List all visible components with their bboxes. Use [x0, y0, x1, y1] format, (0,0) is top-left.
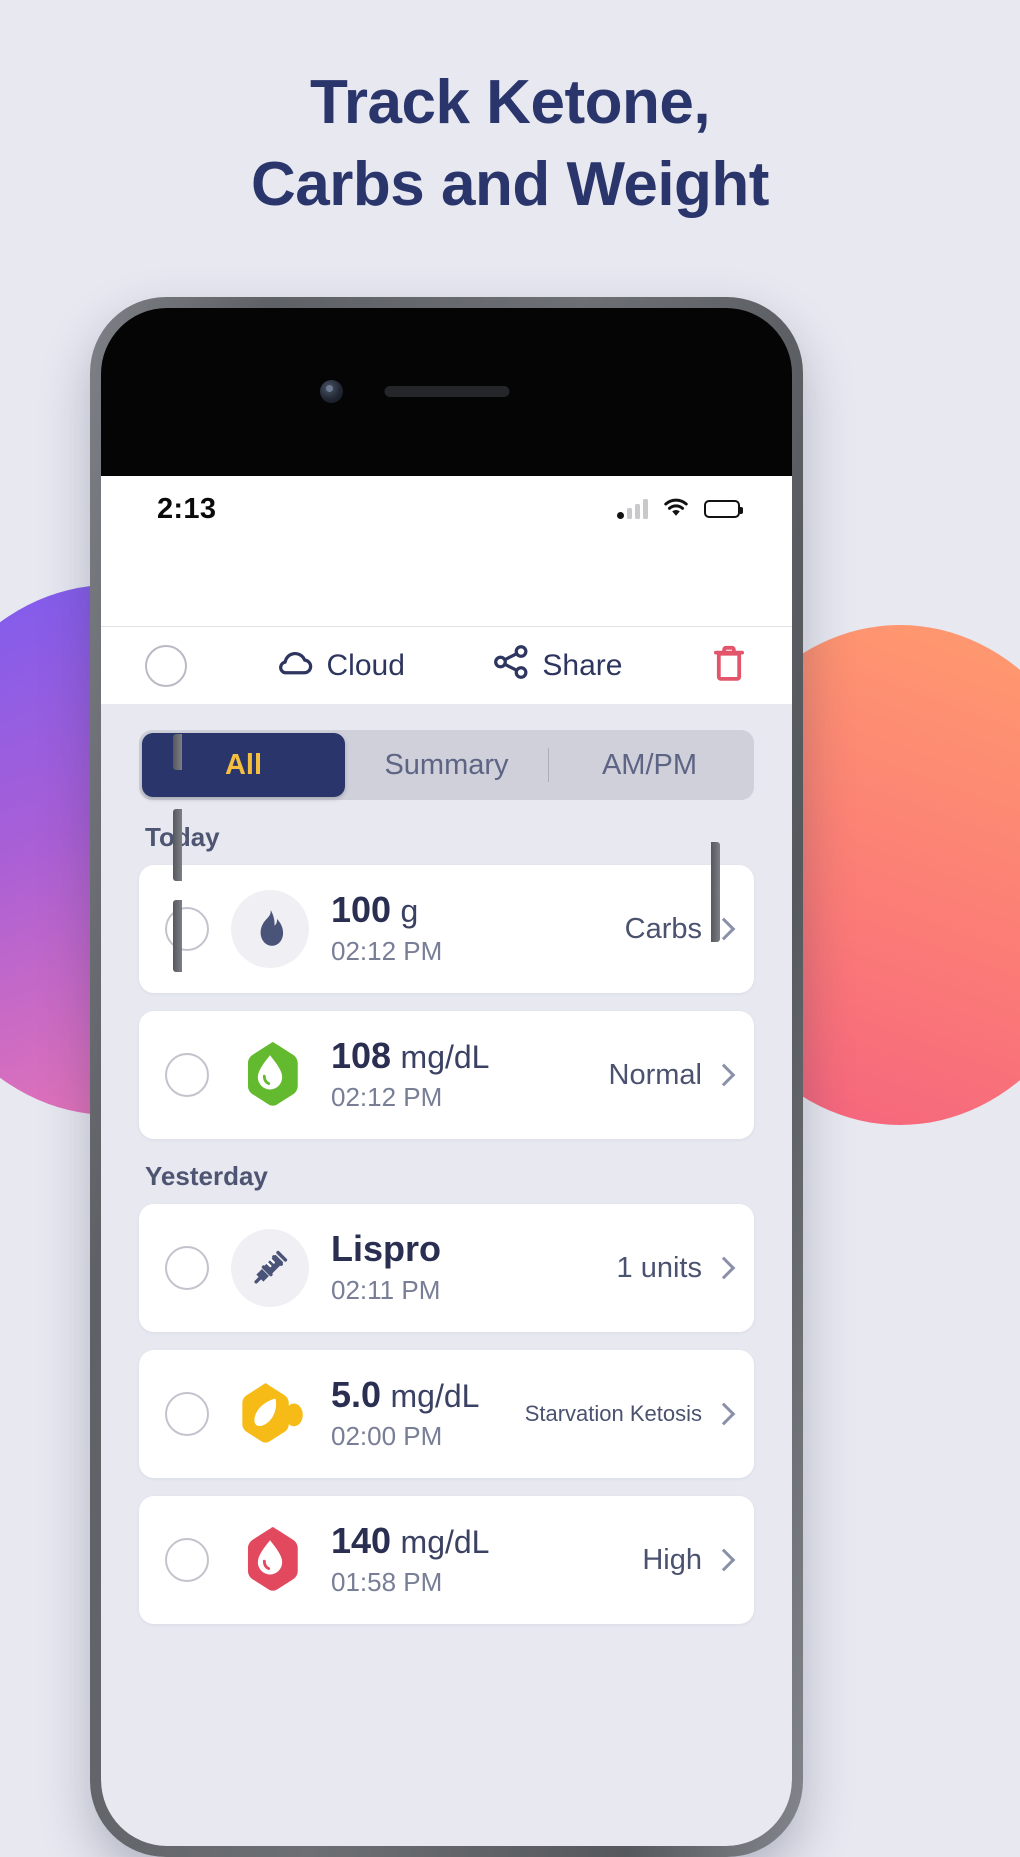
- flame-icon: [231, 890, 309, 968]
- row-right: High: [642, 1543, 736, 1577]
- row-time: 01:58 PM: [331, 1567, 443, 1598]
- row-icon: [231, 1521, 309, 1599]
- row-value-line: 140 mg/dL: [331, 1519, 642, 1561]
- blood-drop-icon: [231, 1521, 309, 1599]
- tab-ampm[interactable]: AM/PM: [548, 733, 751, 797]
- row-unit: g: [400, 892, 419, 929]
- battery-icon: [704, 500, 743, 518]
- page-title: Track Ketone, Carbs and Weight: [0, 62, 1020, 227]
- action-toolbar: Cloud Share: [101, 627, 792, 704]
- row-value: 100: [331, 888, 392, 930]
- row-value: 140: [331, 1519, 392, 1561]
- row-value: Lispro: [331, 1227, 442, 1269]
- table-row[interactable]: 5.0 mg/dL 02:00 PM Starvation Ketosis: [139, 1350, 754, 1478]
- syringe-icon: [231, 1229, 309, 1307]
- row-main: Lispro 02:11 PM: [331, 1227, 617, 1307]
- row-right: Starvation Ketosis: [524, 1401, 736, 1427]
- row-time: 02:12 PM: [331, 936, 443, 967]
- tab-summary[interactable]: Summary: [345, 733, 548, 797]
- cloud-button-label: Cloud: [326, 648, 405, 682]
- row-main: 100 g 02:12 PM: [331, 888, 625, 968]
- delete-button[interactable]: [710, 642, 748, 689]
- table-row[interactable]: Lispro 02:11 PM 1 units: [139, 1204, 754, 1332]
- table-row[interactable]: 108 mg/dL 02:12 PM Normal: [139, 1011, 754, 1139]
- navigation-bar-area: [101, 542, 792, 627]
- status-bar-icons: [617, 496, 743, 523]
- row-value-line: 100 g: [331, 888, 625, 930]
- status-badge: Starvation Ketosis: [524, 1401, 702, 1426]
- filter-tabs-wrapper: All Summary AM/PM: [101, 704, 792, 800]
- phone-volume-down-button: [173, 900, 182, 972]
- select-all-checkbox[interactable]: [145, 644, 187, 687]
- row-unit: mg/dL: [390, 1377, 480, 1414]
- share-button-label: Share: [542, 648, 623, 682]
- status-badge: High: [642, 1543, 702, 1576]
- row-main: 5.0 mg/dL 02:00 PM: [331, 1373, 525, 1453]
- cloud-button[interactable]: Cloud: [275, 647, 405, 685]
- row-right: Normal: [608, 1058, 736, 1092]
- chevron-right-icon[interactable]: [712, 1548, 736, 1572]
- trash-icon: [710, 645, 748, 688]
- app-screen: 2:13 Cloud Share All Summary AM/PM Today…: [101, 476, 792, 1846]
- chevron-right-icon[interactable]: [712, 1402, 736, 1426]
- row-icon: [231, 1229, 309, 1307]
- row-icon: [231, 1375, 309, 1453]
- ketone-icon: [231, 1375, 309, 1453]
- chevron-right-icon[interactable]: [712, 1063, 736, 1087]
- status-bar-time: 2:13: [157, 492, 217, 525]
- status-badge: 1 units: [616, 1251, 702, 1284]
- status-bar: 2:13: [101, 476, 792, 542]
- row-icon: [231, 890, 309, 968]
- phone-mockup: 2:13 Cloud Share All Summary AM/PM Today…: [90, 297, 803, 1857]
- row-time: 02:12 PM: [331, 1082, 443, 1113]
- blood-drop-icon: [231, 1036, 309, 1114]
- page-title-line-2: Carbs and Weight: [251, 150, 769, 220]
- row-time: 02:11 PM: [331, 1275, 441, 1306]
- row-value: 108: [331, 1034, 392, 1076]
- table-row[interactable]: 100 g 02:12 PM Carbs: [139, 865, 754, 993]
- row-unit: mg/dL: [400, 1038, 490, 1075]
- share-button[interactable]: Share: [492, 644, 623, 687]
- status-badge: Carbs: [624, 912, 702, 945]
- row-unit: mg/dL: [400, 1523, 490, 1560]
- chevron-right-icon[interactable]: [712, 1256, 736, 1280]
- row-value: 5.0: [331, 1373, 382, 1415]
- share-icon: [492, 644, 530, 687]
- cellular-signal-icon: [617, 499, 648, 519]
- phone-volume-up-button: [173, 809, 182, 881]
- wifi-icon: [661, 496, 691, 523]
- row-value-line: 108 mg/dL: [331, 1034, 609, 1076]
- status-badge: Normal: [608, 1058, 702, 1091]
- row-checkbox[interactable]: [165, 1392, 209, 1436]
- row-checkbox[interactable]: [165, 1246, 209, 1290]
- row-value-line: Lispro: [331, 1227, 617, 1269]
- segmented-control: All Summary AM/PM: [139, 730, 754, 800]
- row-checkbox[interactable]: [165, 1053, 209, 1097]
- phone-power-button: [711, 842, 720, 942]
- cloud-icon: [275, 647, 315, 685]
- earpiece-speaker: [384, 386, 509, 397]
- row-main: 140 mg/dL 01:58 PM: [331, 1519, 642, 1599]
- phone-mute-switch: [173, 734, 182, 770]
- row-checkbox[interactable]: [165, 1538, 209, 1582]
- row-time: 02:00 PM: [331, 1421, 443, 1452]
- row-icon: [231, 1036, 309, 1114]
- phone-screen-bezel: 2:13 Cloud Share All Summary AM/PM Today…: [101, 308, 792, 1846]
- row-value-line: 5.0 mg/dL: [331, 1373, 525, 1415]
- front-camera-icon: [320, 380, 343, 403]
- section-header-today: Today: [145, 822, 220, 852]
- section-header-yesterday: Yesterday: [145, 1161, 268, 1191]
- row-right: 1 units: [616, 1251, 736, 1285]
- page-title-line-1: Track Ketone,: [309, 68, 711, 137]
- entries-list: Today 100 g 02:12 PM Carbs 108 mg/dL 02:…: [101, 822, 792, 1624]
- row-checkbox[interactable]: [165, 907, 209, 951]
- row-main: 108 mg/dL 02:12 PM: [331, 1034, 609, 1114]
- table-row[interactable]: 140 mg/dL 01:58 PM High: [139, 1496, 754, 1624]
